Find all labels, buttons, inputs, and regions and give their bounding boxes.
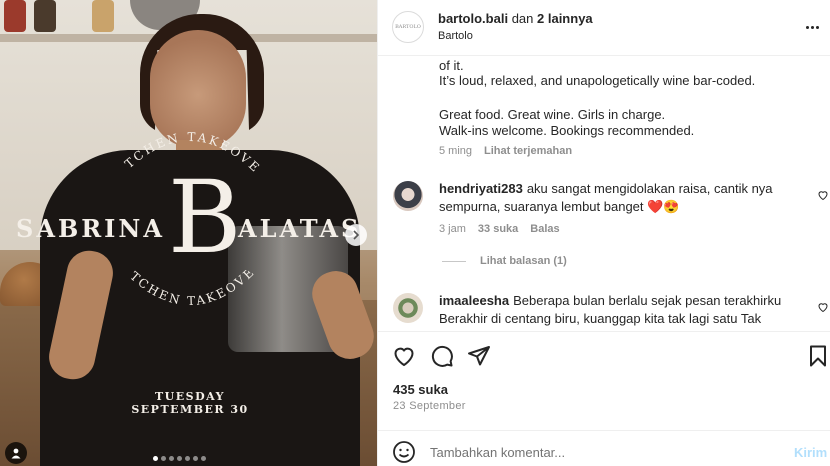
more-horizontal-icon	[806, 25, 809, 29]
send-icon[interactable]	[467, 344, 491, 368]
kitchen-takeover-arc-bottom: KITCHEN TAKEOVER	[114, 259, 260, 335]
carousel-dot	[169, 456, 174, 461]
event-date-text: SEPTEMBER 30	[131, 403, 249, 416]
overlay-name-right: ALATAS	[238, 214, 362, 243]
post-media[interactable]: KITCHEN TAKEOVER KITCHEN TAKEOVER SABRIN…	[0, 0, 377, 466]
caption-line: Walk-ins welcome. Bookings recommended.	[439, 123, 695, 138]
overlay-monogram: B	[168, 159, 242, 276]
shelf-jar	[92, 0, 114, 32]
overlay-event-date: TUESDAY SEPTEMBER 30	[100, 390, 280, 416]
carousel-dot	[161, 456, 166, 461]
shelf-jar	[34, 0, 56, 32]
comment-time: 3 jam	[439, 223, 466, 235]
caption-line: of it.	[439, 58, 464, 73]
view-replies-label: Lihat balasan (1)	[480, 255, 567, 267]
more-options-button[interactable]	[806, 18, 824, 36]
comment-icon[interactable]	[430, 344, 454, 368]
post-date: 23 September	[393, 400, 466, 412]
comment-text: imaaleesha Beberapa bulan berlalu sejak p…	[439, 292, 789, 329]
comment-like-icon[interactable]	[817, 301, 829, 313]
emoji-icon[interactable]	[392, 440, 416, 464]
author-username[interactable]: bartolo.bali	[438, 11, 508, 26]
comment-input[interactable]	[430, 439, 770, 465]
more-dot	[811, 25, 814, 29]
post-actions	[378, 331, 830, 381]
author-separator: dan	[511, 11, 534, 26]
caption-line: Great food. Great wine. Girls in charge.	[439, 107, 666, 122]
post-header: BARTOLO bartolo.bali dan 2 lainnya Barto…	[378, 0, 830, 56]
comment-meta: 3 jam 33 suka Balas	[439, 223, 560, 235]
carousel-dot	[185, 456, 190, 461]
post-author-line: bartolo.bali dan 2 lainnya	[438, 11, 593, 26]
author-avatar[interactable]: BARTOLO	[392, 11, 424, 43]
comment-username[interactable]: hendriyati283	[439, 181, 523, 196]
carousel-dot	[193, 456, 198, 461]
commenter-avatar[interactable]	[393, 293, 423, 323]
bookmark-icon[interactable]	[806, 344, 830, 368]
overlay-name-left: SABRINA	[16, 214, 165, 243]
reply-button[interactable]: Balas	[530, 223, 559, 235]
caption-line: It’s loud, relaxed, and unapologetically…	[439, 73, 756, 88]
post-comment-button[interactable]: Kirim	[794, 445, 827, 460]
translate-link[interactable]: Lihat terjemahan	[484, 145, 572, 157]
user-tag-icon	[11, 448, 21, 459]
more-dot	[816, 25, 819, 29]
shelf-jar	[4, 0, 26, 32]
carousel-dot	[153, 456, 158, 461]
comment-text: hendriyati283 aku sangat mengidolakan rai…	[439, 180, 789, 216]
caption-time: 5 ming	[439, 145, 473, 157]
chevron-right-icon	[353, 230, 360, 240]
post-location[interactable]: Bartolo	[438, 30, 473, 42]
view-replies-button[interactable]: Lihat balasan (1)	[442, 255, 567, 267]
event-day: TUESDAY	[155, 390, 225, 403]
avatar-logo-icon: BARTOLO	[395, 24, 421, 30]
comment-likes[interactable]: 33 suka	[478, 223, 518, 235]
carousel-dot	[177, 456, 182, 461]
comment-username[interactable]: imaaleesha	[439, 293, 509, 308]
carousel-dot	[201, 456, 206, 461]
replies-divider	[442, 260, 466, 262]
comments-section[interactable]: of it. It’s loud, relaxed, and unapologe…	[378, 57, 830, 329]
post-panel: BARTOLO bartolo.bali dan 2 lainnya Barto…	[377, 0, 830, 466]
commenter-avatar[interactable]	[393, 181, 423, 211]
carousel-indicator	[153, 456, 206, 461]
caption-meta: 5 ming Lihat terjemahan	[439, 145, 572, 157]
user-tag-button[interactable]	[5, 442, 27, 464]
heart-icon[interactable]	[392, 344, 416, 368]
comment-like-icon[interactable]	[817, 189, 829, 201]
carousel-next-button[interactable]	[345, 224, 367, 246]
likes-count[interactable]: 435 suka	[393, 382, 448, 397]
comment-composer: Kirim	[378, 430, 830, 466]
collab-link[interactable]: 2 lainnya	[537, 11, 593, 26]
